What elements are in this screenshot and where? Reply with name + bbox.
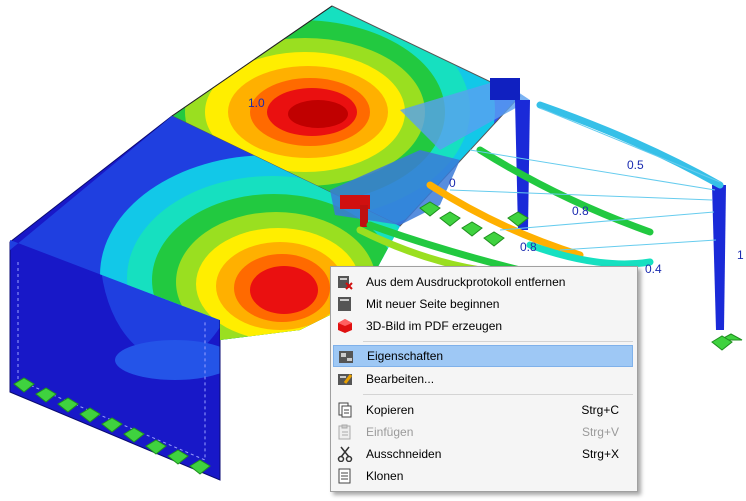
paste-icon — [337, 424, 353, 440]
remove-from-report-icon — [337, 274, 353, 290]
clone-icon — [337, 468, 353, 484]
menu-item-shortcut: Strg+X — [581, 447, 619, 461]
menu-item-copy[interactable]: Kopieren Strg+C — [333, 399, 633, 421]
3d-pdf-icon — [337, 318, 353, 334]
menu-item-properties[interactable]: Eigenschaften — [333, 345, 633, 367]
guide-lines — [449, 107, 721, 251]
menu-item-label: Einfügen — [366, 425, 414, 439]
label-beam-mid: 0.8 — [572, 204, 589, 218]
label-right-edge: 1 — [737, 248, 744, 262]
properties-icon — [338, 349, 354, 365]
label-beam-left: 0.8 — [520, 240, 537, 254]
menu-item-label: Ausschneiden — [366, 447, 442, 461]
menu-item-label: 3D-Bild im PDF erzeugen — [366, 319, 503, 333]
new-page-icon — [337, 296, 353, 312]
menu-item-label: Kopieren — [366, 403, 415, 417]
menu-item-paste[interactable]: Einfügen Strg+V — [333, 421, 633, 443]
menu-item-3d-pdf[interactable]: 3D-Bild im PDF erzeugen — [333, 315, 633, 337]
menu-separator — [363, 394, 633, 395]
menu-item-cut[interactable]: Ausschneiden Strg+X — [333, 443, 633, 465]
menu-item-new-page[interactable]: Mit neuer Seite beginnen — [333, 293, 633, 315]
cut-icon — [337, 446, 353, 463]
edit-icon — [337, 371, 353, 387]
column-right — [712, 185, 726, 330]
label-beam-upper: 0.5 — [627, 158, 644, 172]
menu-item-remove-from-report[interactable]: Aus dem Ausdruckprotokoll entfernen — [333, 271, 633, 293]
menu-item-label: Mit neuer Seite beginnen — [366, 297, 500, 311]
menu-item-label: Eigenschaften — [367, 349, 444, 363]
menu-item-label: Bearbeiten... — [366, 372, 435, 386]
menu-item-shortcut: Strg+C — [581, 403, 619, 417]
menu-item-edit[interactable]: Bearbeiten... — [333, 368, 633, 390]
column-center — [515, 100, 530, 230]
menu-item-clone[interactable]: Klonen — [333, 465, 633, 487]
menu-item-label: Klonen — [366, 469, 404, 483]
copy-icon — [337, 402, 353, 418]
box-girder-end — [490, 78, 520, 100]
label-top-slab: 1.0 — [248, 96, 265, 110]
menu-item-label: Aus dem Ausdruckprotokoll entfernen — [366, 275, 566, 289]
context-menu[interactable]: Aus dem Ausdruckprotokoll entfernen Mit … — [330, 266, 638, 492]
menu-item-shortcut: Strg+V — [581, 425, 619, 439]
label-beam-lower: 0.4 — [645, 262, 662, 276]
label-center: 0 — [449, 176, 456, 190]
menu-separator — [363, 341, 633, 342]
